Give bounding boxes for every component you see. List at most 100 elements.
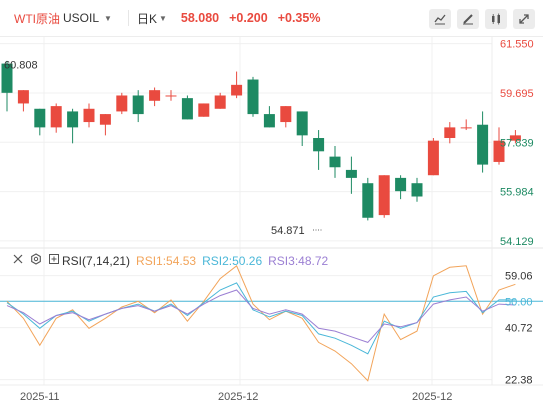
- candle: [149, 87, 161, 107]
- candle-body: [313, 138, 325, 152]
- candle: [50, 103, 62, 133]
- candle: [362, 177, 374, 221]
- rsi-indicator-header: RSI(7,14,21) RSI1:54.53 RSI2:50.26 RSI3:…: [12, 253, 328, 268]
- candle-body: [460, 127, 472, 129]
- rsi-axis-tick: 40.72: [505, 323, 533, 335]
- candle-body: [247, 79, 259, 115]
- candle-body: [99, 114, 111, 125]
- rsi-line-rsi1: [6, 265, 516, 382]
- price-chart[interactable]: 60.808 54.871 61.550 59.695 57.839 55.984 54.1…: [0, 37, 543, 409]
- candle-body: [280, 106, 292, 123]
- candle-body: [263, 114, 275, 128]
- candle-body: [116, 95, 128, 112]
- date-axis-label: 2025-12: [218, 391, 258, 403]
- candle-body: [329, 156, 341, 168]
- candles: [1, 60, 521, 221]
- rsi-name: RSI(7,14,21): [62, 253, 131, 268]
- brush-icon[interactable]: [457, 9, 479, 29]
- rsi-axis-tick: 22.38: [505, 375, 533, 387]
- candle: [165, 90, 177, 101]
- candle-body: [17, 90, 29, 104]
- price-axis-tick: 55.984: [500, 187, 534, 199]
- candle: [280, 106, 292, 128]
- price-quote: 58.080 +0.200 +0.35%: [181, 11, 321, 25]
- price-change: +0.200: [229, 11, 268, 25]
- expand-icon[interactable]: [48, 253, 60, 268]
- candle: [214, 92, 226, 109]
- period-label: 日K: [136, 11, 157, 26]
- candle-body: [378, 175, 390, 216]
- rsi2-value: RSI2:50.26: [202, 253, 263, 268]
- chart-toolbar: WTI原油 USOIL ▼ 日K ▼ 58.080 +0.200 +0.35%: [0, 0, 543, 36]
- price-axis-tick: 57.839: [500, 137, 534, 149]
- candle: [345, 156, 357, 194]
- low-price-label: 54.871: [271, 225, 305, 237]
- last-price: 58.080: [180, 11, 220, 25]
- candle-body: [231, 84, 243, 96]
- candle: [313, 130, 325, 170]
- collapse-icon[interactable]: [12, 253, 24, 268]
- candle-body: [395, 177, 407, 192]
- candle-body: [67, 111, 79, 128]
- candle: [17, 90, 29, 112]
- rsi-axis-tick: 50.00: [505, 296, 533, 308]
- candle: [83, 103, 95, 128]
- fullscreen-icon[interactable]: [513, 9, 535, 29]
- candle: [329, 145, 341, 178]
- candle-body: [132, 95, 144, 115]
- price-change-pct: +0.35%: [277, 11, 321, 25]
- symbol-code: USOIL: [63, 11, 100, 25]
- candle-body: [296, 111, 308, 136]
- rsi-line-rsi3: [6, 289, 516, 343]
- candle: [247, 76, 259, 117]
- rsi3-value: RSI3:48.72: [268, 253, 329, 268]
- chevron-down-icon: ▼: [104, 13, 112, 23]
- high-price-label: 60.808: [4, 59, 38, 71]
- candle: [411, 177, 423, 202]
- candle: [116, 92, 128, 115]
- rsi1-value: RSI1:54.53: [136, 253, 197, 268]
- candle: [477, 111, 489, 173]
- price-axis-tick: 59.695: [500, 88, 534, 100]
- candle: [263, 106, 275, 128]
- candle-body: [34, 108, 46, 128]
- candle-body: [50, 106, 62, 128]
- candle-body: [427, 140, 439, 176]
- candle-body: [83, 108, 95, 123]
- rsi-line-rsi2: [6, 282, 516, 355]
- candle: [67, 108, 79, 144]
- candle-body: [214, 95, 226, 109]
- candle-body: [345, 169, 357, 178]
- grid: [0, 37, 543, 386]
- candle: [296, 111, 308, 146]
- candle: [460, 119, 472, 131]
- date-axis-label: 2025-11: [20, 391, 60, 403]
- candle: [378, 175, 390, 218]
- price-axis-tick: 54.129: [500, 236, 534, 248]
- candle-body: [198, 103, 210, 117]
- candle-body: [362, 183, 374, 218]
- candle: [181, 95, 193, 120]
- candle-body: [411, 183, 423, 197]
- symbol-selector[interactable]: WTI原油 USOIL ▼: [0, 10, 112, 27]
- candle: [99, 114, 111, 136]
- candle: [198, 103, 210, 117]
- chevron-down-icon: ▼: [158, 13, 167, 23]
- symbol-name: WTI原油: [14, 11, 60, 26]
- candle: [395, 175, 407, 200]
- period-selector[interactable]: 日K ▼: [127, 10, 167, 26]
- price-axis-tick: 61.550: [500, 39, 534, 51]
- settings-icon[interactable]: [30, 253, 42, 268]
- line-chart-icon[interactable]: [429, 9, 451, 29]
- rsi-panel: [0, 265, 543, 382]
- pin-icon[interactable]: [485, 9, 507, 29]
- candle-body: [181, 98, 193, 120]
- date-axis-label: 2025-12: [412, 391, 452, 403]
- candle-body: [477, 124, 489, 165]
- candle: [132, 90, 144, 123]
- candle: [444, 122, 456, 144]
- rsi-axis-tick: 59.06: [505, 271, 533, 283]
- candle-body: [149, 90, 161, 101]
- candle-body: [165, 95, 177, 97]
- candle-body: [444, 127, 456, 139]
